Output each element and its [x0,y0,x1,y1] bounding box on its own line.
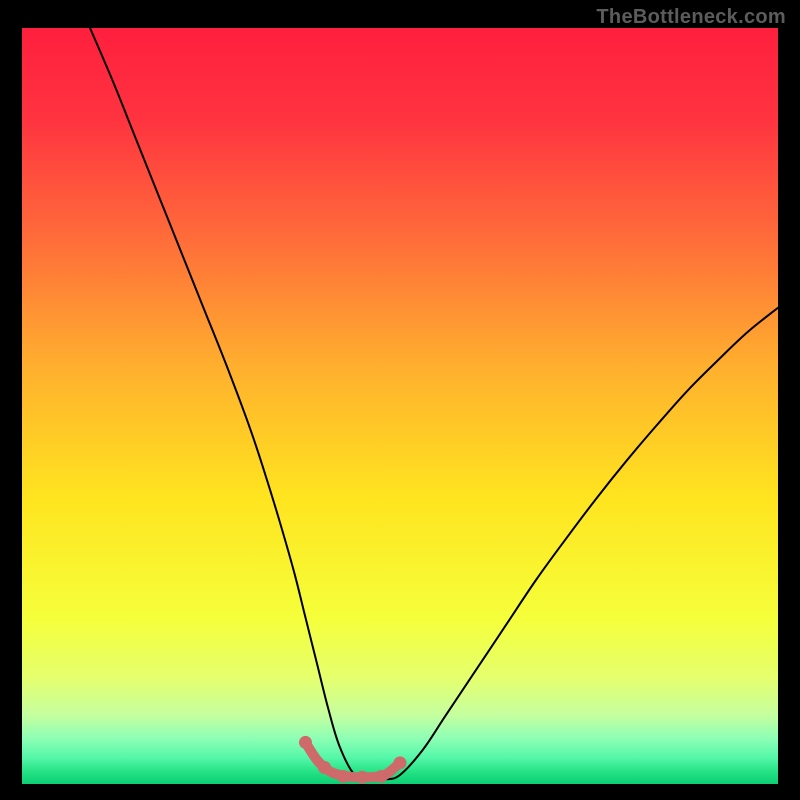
plot-background [22,28,778,784]
optimal-zone-marker [337,770,350,783]
bottleneck-plot [22,28,778,784]
optimal-zone-marker [394,756,407,769]
watermark-text: TheBottleneck.com [596,6,786,29]
optimal-zone-marker [318,761,331,774]
optimal-zone-marker [375,770,388,783]
optimal-zone-marker [356,771,369,784]
optimal-zone-marker [299,736,312,749]
chart-stage: TheBottleneck.com [0,0,800,800]
